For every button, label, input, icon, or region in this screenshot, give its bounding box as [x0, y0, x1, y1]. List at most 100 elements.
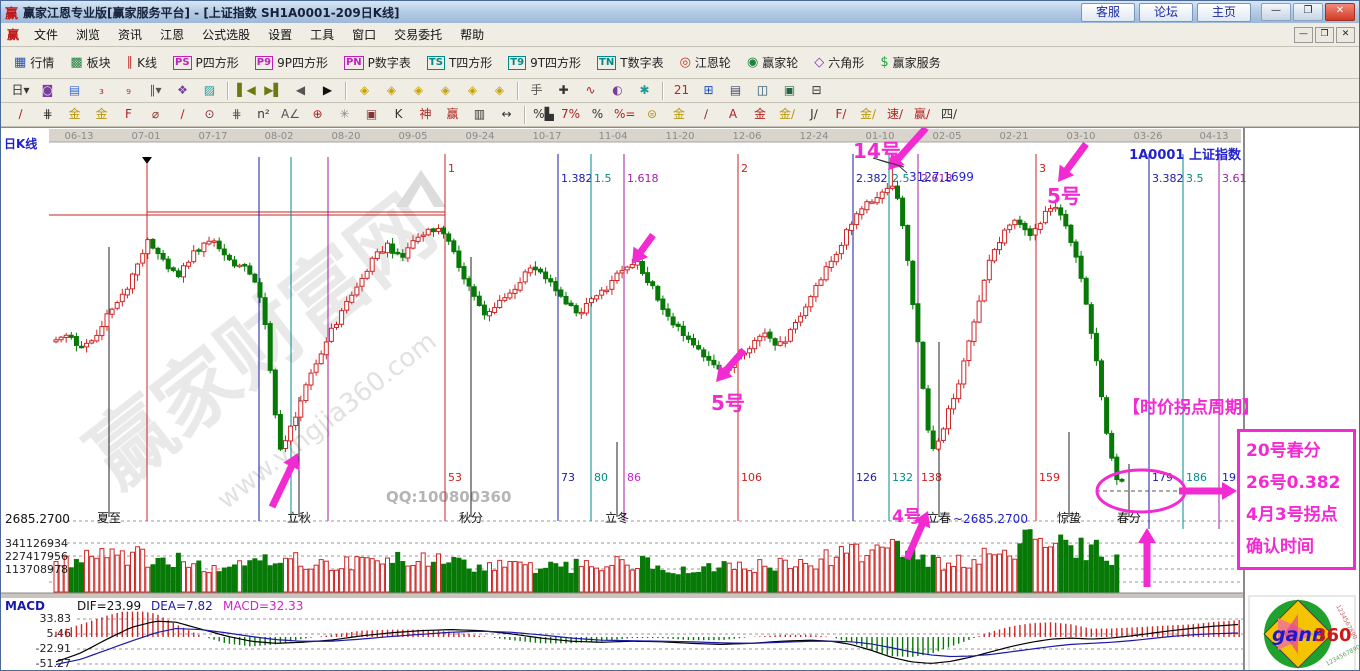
menu-item-settings[interactable]: 设置	[259, 23, 301, 46]
diamond-cross-icon[interactable]: ◈	[433, 80, 458, 102]
brush-icon[interactable]: ∕	[8, 104, 33, 126]
four-slash-icon[interactable]: 四∕	[936, 104, 961, 126]
n-square-icon[interactable]: n²	[251, 104, 276, 126]
brain-icon[interactable]: ✱	[632, 80, 657, 102]
toolbar-button-p-square[interactable]: PSP四方形	[166, 51, 246, 74]
spiral-icon[interactable]: ⌀	[143, 104, 168, 126]
diamond-h-icon[interactable]: ◈	[406, 80, 431, 102]
angle-tool-icon[interactable]: A∠	[278, 104, 303, 126]
j-slash-icon[interactable]: J∕	[801, 104, 826, 126]
color-chart-icon[interactable]: ▨	[197, 80, 222, 102]
menu-item-trade[interactable]: 交易委托	[385, 23, 451, 46]
toolbar-button-p-number-table[interactable]: PNP数字表	[337, 51, 418, 74]
grid-tool-icon[interactable]: ⋕	[35, 104, 60, 126]
compass-red-icon[interactable]: ⊕	[305, 104, 330, 126]
memo-icon[interactable]: ▤	[62, 80, 87, 102]
pen-2-icon[interactable]: ∕	[693, 104, 718, 126]
first-page-icon[interactable]: ▌◀	[234, 80, 259, 102]
titlebar-button-support[interactable]: 客服	[1081, 3, 1135, 22]
gold-box-2-icon[interactable]: 金	[747, 104, 772, 126]
percent-icon[interactable]: %	[585, 104, 610, 126]
window-minimize-button[interactable]: —	[1261, 3, 1291, 21]
seven-percent-icon[interactable]: 7%	[558, 104, 583, 126]
toolbar-button-kline[interactable]: ∥K线	[120, 51, 164, 74]
calculator-icon[interactable]: ⊞	[696, 80, 721, 102]
menu-item-window[interactable]: 窗口	[343, 23, 385, 46]
mdi-close-button[interactable]: ✕	[1336, 27, 1355, 43]
diamond-right-icon[interactable]: ◈	[379, 80, 404, 102]
toolbar-button-hexagon[interactable]: ◇六角形	[807, 51, 871, 74]
win-slash-icon[interactable]: 赢∕	[909, 104, 934, 126]
titlebar-button-forum[interactable]: 论坛	[1139, 3, 1193, 22]
comb-icon[interactable]: ⋕	[224, 104, 249, 126]
percent-ruler-icon[interactable]: %▙	[531, 104, 556, 126]
menu-item-tools[interactable]: 工具	[301, 23, 343, 46]
candle-body	[457, 251, 461, 267]
toolbar-button-t-square[interactable]: TST四方形	[420, 51, 499, 74]
gold-slash-icon[interactable]: 金∕	[774, 104, 799, 126]
crosshair-icon[interactable]: ✚	[551, 80, 576, 102]
window-close-button[interactable]: ✕	[1325, 3, 1355, 21]
diamond-star-icon[interactable]: ◈	[460, 80, 485, 102]
pen-wave-icon[interactable]: ∿	[578, 80, 603, 102]
kline-chart-canvas[interactable]: 赢家财富网www.yingjia360.comQQ:10080036006-13…	[1, 128, 1360, 671]
diamond-left-icon[interactable]: ◈	[352, 80, 377, 102]
next-page-icon[interactable]: ▶	[315, 80, 340, 102]
gann-box-gold-icon[interactable]: 金	[62, 104, 87, 126]
menu-item-formula-picker[interactable]: 公式选股	[193, 23, 259, 46]
window-restore-button[interactable]: ❐	[1293, 3, 1323, 21]
toolbar-button-9p-square[interactable]: P99P四方形	[248, 51, 335, 74]
prev-page-icon[interactable]: ◀	[288, 80, 313, 102]
menu-item-file[interactable]: 文件	[25, 23, 67, 46]
pattern-brush-icon[interactable]: ❖	[170, 80, 195, 102]
f-box-icon[interactable]: F	[116, 104, 141, 126]
ruler-123-icon[interactable]: ▥	[467, 104, 492, 126]
print-icon[interactable]: ⊟	[804, 80, 829, 102]
toolbar-button-t-number-table[interactable]: TNT数字表	[590, 51, 671, 74]
percent-level-icon[interactable]: %=	[612, 104, 637, 126]
gann-grid-shen-icon[interactable]: 神	[413, 104, 438, 126]
toolbar-button-winner-service[interactable]: $赢家服务	[873, 51, 947, 74]
pattern-window-icon[interactable]: ◙	[35, 80, 60, 102]
time-circle-icon[interactable]: ⊙	[197, 104, 222, 126]
gold-circle-icon[interactable]: ⊜	[639, 104, 664, 126]
mask-icon[interactable]: ◐	[605, 80, 630, 102]
volume-bar	[1018, 544, 1022, 592]
notebook-icon[interactable]: ▤	[723, 80, 748, 102]
toolbar-button-9t-square[interactable]: T99T四方形	[501, 51, 588, 74]
toolbar-button-quotes[interactable]: ▦行情	[7, 51, 61, 74]
hand-drag-icon[interactable]: 手	[524, 80, 549, 102]
menu-item-gann[interactable]: 江恩	[151, 23, 193, 46]
f-slash-icon[interactable]: F∕	[828, 104, 853, 126]
mdi-minimize-button[interactable]: —	[1294, 27, 1313, 43]
toolbar-button-winner-wheel[interactable]: ◉赢家轮	[740, 51, 805, 74]
andrews-fork-icon[interactable]: A	[720, 104, 745, 126]
wave-9-icon[interactable]: ₉	[116, 80, 141, 102]
toolbar-button-sectors[interactable]: ▩板块	[63, 51, 117, 74]
gann-grid-win-icon[interactable]: 赢	[440, 104, 465, 126]
export-db-icon[interactable]: ▣	[777, 80, 802, 102]
menu-item-news[interactable]: 资讯	[109, 23, 151, 46]
mdi-restore-button[interactable]: ❐	[1315, 27, 1334, 43]
menu-item-help[interactable]: 帮助	[451, 23, 493, 46]
star-gray-icon[interactable]: ✳	[332, 104, 357, 126]
diamond-expand-icon[interactable]: ◈	[487, 80, 512, 102]
titlebar-button-home[interactable]: 主页	[1197, 3, 1251, 22]
calendar-21-icon[interactable]: 21	[669, 80, 694, 102]
brush-2-icon[interactable]: ∕	[170, 104, 195, 126]
chart-area[interactable]: 赢家财富网www.yingjia360.comQQ:10080036006-13…	[1, 127, 1360, 671]
last-page-icon[interactable]: ▶▌	[261, 80, 286, 102]
speed-slash-icon[interactable]: 速∕	[882, 104, 907, 126]
gold-slash-2-icon[interactable]: 金∕	[855, 104, 880, 126]
toolbar-button-gann-wheel[interactable]: ◎江恩轮	[673, 51, 738, 74]
save-icon[interactable]: ◫	[750, 80, 775, 102]
gold-level-icon[interactable]: 金	[666, 104, 691, 126]
kline-period-dropdown-icon[interactable]: 日▾	[8, 80, 33, 102]
wave-3-icon[interactable]: ₃	[89, 80, 114, 102]
candle-style-icon[interactable]: ∥▾	[143, 80, 168, 102]
width-tool-icon[interactable]: ↔	[494, 104, 519, 126]
k-quote-icon[interactable]: K	[386, 104, 411, 126]
menu-item-browse[interactable]: 浏览	[67, 23, 109, 46]
gann-box-gold-2-icon[interactable]: 金	[89, 104, 114, 126]
square-spiral-icon[interactable]: ▣	[359, 104, 384, 126]
